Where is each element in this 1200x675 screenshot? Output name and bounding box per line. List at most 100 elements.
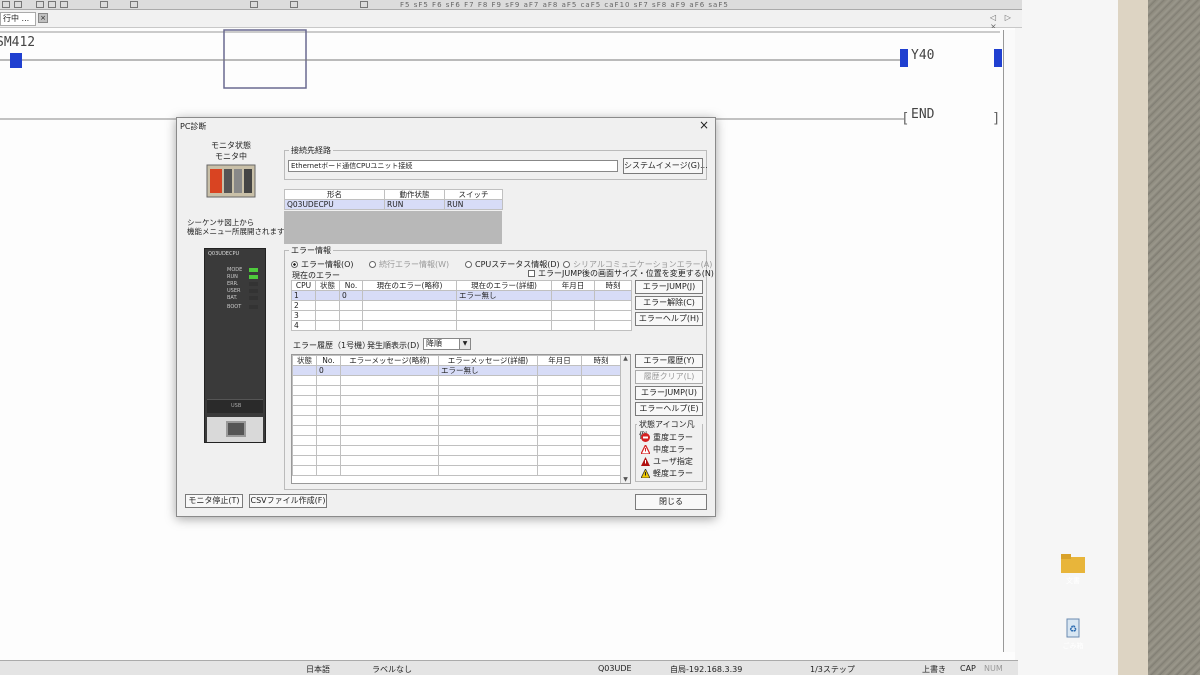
scroll-down-icon[interactable]: ▼: [621, 476, 630, 483]
status-connection: 自局-192.168.3.39: [670, 665, 743, 674]
plc-model-label: Q03UDECPU: [208, 251, 240, 257]
cut-icon[interactable]: [36, 1, 44, 8]
toolbar-button-icon[interactable]: [130, 1, 138, 8]
history-clear-button[interactable]: 履歴クリア(L): [635, 370, 703, 384]
history-row[interactable]: [292, 435, 621, 446]
hint-text-line2: 機能メニュー所展開されます。: [187, 227, 292, 236]
end-instruction-label: END: [911, 107, 935, 122]
scroll-up-icon[interactable]: ▲: [621, 355, 630, 362]
current-error-cell: 3: [291, 310, 316, 321]
hint-text-line1: シーケンサ図上から: [187, 218, 255, 227]
error-clear-button[interactable]: エラー解除(C): [635, 296, 703, 310]
history-cell: [292, 365, 317, 376]
current-error-header: CPU: [291, 280, 316, 291]
pc-diagnostics-dialog: PC診断 × モニタ状態 モニタ中 シーケンサ図上から 機能メニュー所展開されま…: [176, 117, 716, 517]
radio-continue-error-label: 続行エラー情報(W): [379, 260, 450, 269]
current-error-header: 現在のエラー(詳細): [456, 280, 552, 291]
radio-error-info[interactable]: エラー情報(O): [291, 259, 354, 270]
history-header: エラーメッセージ(略称): [340, 355, 439, 366]
dialog-close-icon[interactable]: ×: [699, 118, 709, 132]
svg-text:]: ]: [992, 111, 1000, 127]
order-select-value: 降順: [426, 339, 442, 348]
history-cell: [537, 365, 582, 376]
radio-continue-error[interactable]: 続行エラー情報(W): [369, 259, 449, 270]
current-error-cell: [339, 320, 363, 331]
desktop-recycle-bin[interactable]: ♻ ごみ箱: [1058, 615, 1088, 651]
toolbar-button-icon[interactable]: [360, 1, 368, 8]
error-jump-button[interactable]: エラーJUMP(J): [635, 280, 703, 294]
jump-checkbox-label: エラーJUMP後の画面サイズ・位置を変更する(N): [538, 269, 714, 278]
toolbar-button-icon[interactable]: [290, 1, 298, 8]
csv-export-button[interactable]: CSVファイル作成(F): [249, 494, 327, 508]
history-cell: エラー無し: [438, 365, 538, 376]
current-error-row[interactable]: 4: [291, 320, 632, 331]
radio-checked-icon: [291, 261, 298, 268]
history-scrollbar[interactable]: ▲ ▼: [620, 355, 630, 483]
vertical-scrollbar[interactable]: [1003, 30, 1015, 652]
jump-checkbox[interactable]: エラーJUMP後の画面サイズ・位置を変更する(N): [528, 268, 714, 279]
history-error-jump-button[interactable]: エラーJUMP(U): [635, 386, 703, 400]
program-tab[interactable]: 行中 ...: [0, 12, 36, 26]
status-label: ラベルなし: [372, 665, 412, 674]
svg-text:♻: ♻: [1069, 625, 1077, 635]
status-mode: 上書き: [922, 665, 946, 674]
stop-icon: [641, 433, 650, 442]
usb-label: USB: [231, 403, 242, 409]
recycle-bin-icon: ♻: [1066, 618, 1080, 638]
close-button[interactable]: 閉じる: [635, 494, 707, 510]
history-header: 状態: [292, 355, 317, 366]
history-error-help-button[interactable]: エラーヘルプ(E): [635, 402, 703, 416]
tab-close-button[interactable]: ×: [38, 13, 48, 23]
history-row[interactable]: [292, 405, 621, 416]
current-error-row[interactable]: 3: [291, 310, 632, 321]
status-cpu: Q03UDE: [598, 664, 632, 673]
history-list: 状態 No. エラーメッセージ(略称) エラーメッセージ(詳細) 年月日 時刻 …: [291, 354, 631, 484]
copy-icon[interactable]: [48, 1, 56, 8]
paste-icon[interactable]: [60, 1, 68, 8]
connection-path-field: Ethernetボード通信CPUユニット接続: [288, 160, 618, 172]
history-row[interactable]: 0 エラー無し: [292, 365, 621, 376]
history-row[interactable]: [292, 395, 621, 406]
ethernet-port-panel: [207, 417, 263, 442]
history-header: エラーメッセージ(詳細): [438, 355, 538, 366]
current-error-row[interactable]: 2: [291, 300, 632, 311]
plc-led-label: USER: [227, 288, 241, 294]
system-image-button[interactable]: システムイメージ(G)...: [623, 158, 708, 174]
folder-icon: [1061, 554, 1085, 573]
history-row[interactable]: [292, 415, 621, 426]
ethernet-port-icon: [226, 421, 246, 437]
user-led: [249, 289, 258, 293]
error-history-button[interactable]: エラー履歴(Y): [635, 354, 703, 368]
stop-monitor-button[interactable]: モニタ停止(T): [185, 494, 243, 508]
current-error-header: 時刻: [594, 280, 632, 291]
history-row[interactable]: [292, 455, 621, 466]
current-error-cell: [594, 310, 632, 321]
toolbar-button-icon[interactable]: [250, 1, 258, 8]
current-error-cell: エラー無し: [456, 290, 552, 301]
legend-item: 重度エラー: [641, 432, 693, 443]
order-select[interactable]: 降順 ▼: [423, 338, 471, 350]
history-row[interactable]: [292, 425, 621, 436]
history-row[interactable]: [292, 465, 621, 476]
tab-bar: 行中 ... × ◁ ▷ ×: [0, 10, 1022, 31]
module-row[interactable]: Q03UDECPU RUN RUN: [284, 199, 503, 210]
dialog-title: PC診断: [180, 122, 207, 131]
dropdown-arrow-icon[interactable]: ▼: [459, 339, 470, 349]
history-row[interactable]: [292, 385, 621, 396]
current-error-table: CPU 状態 No. 現在のエラー(略称) 現在のエラー(詳細) 年月日 時刻 …: [291, 280, 632, 331]
status-icon-legend: 状態アイコン凡例 重度エラー 中度エラー ユーザ指定 軽度エラー: [635, 419, 703, 482]
history-row[interactable]: [292, 445, 621, 456]
toolbar-button-icon[interactable]: [14, 1, 22, 8]
current-error-cell: [315, 290, 340, 301]
history-header: 時刻: [581, 355, 621, 366]
function-key-strip[interactable]: F5 sF5 F6 sF6 F7 F8 F9 sF9 aF7 aF8 aF5 c…: [400, 1, 729, 9]
desktop-folder[interactable]: 文書: [1058, 552, 1088, 586]
toolbar-button-icon[interactable]: [2, 1, 10, 8]
current-error-cell: [551, 300, 595, 311]
toolbar-button-icon[interactable]: [100, 1, 108, 8]
history-row[interactable]: [292, 375, 621, 386]
current-error-row[interactable]: 1 0 エラー無し: [291, 290, 632, 301]
current-error-cell: [315, 320, 340, 331]
error-help-button[interactable]: エラーヘルプ(H): [635, 312, 703, 326]
module-header: 動作状態: [384, 189, 445, 200]
